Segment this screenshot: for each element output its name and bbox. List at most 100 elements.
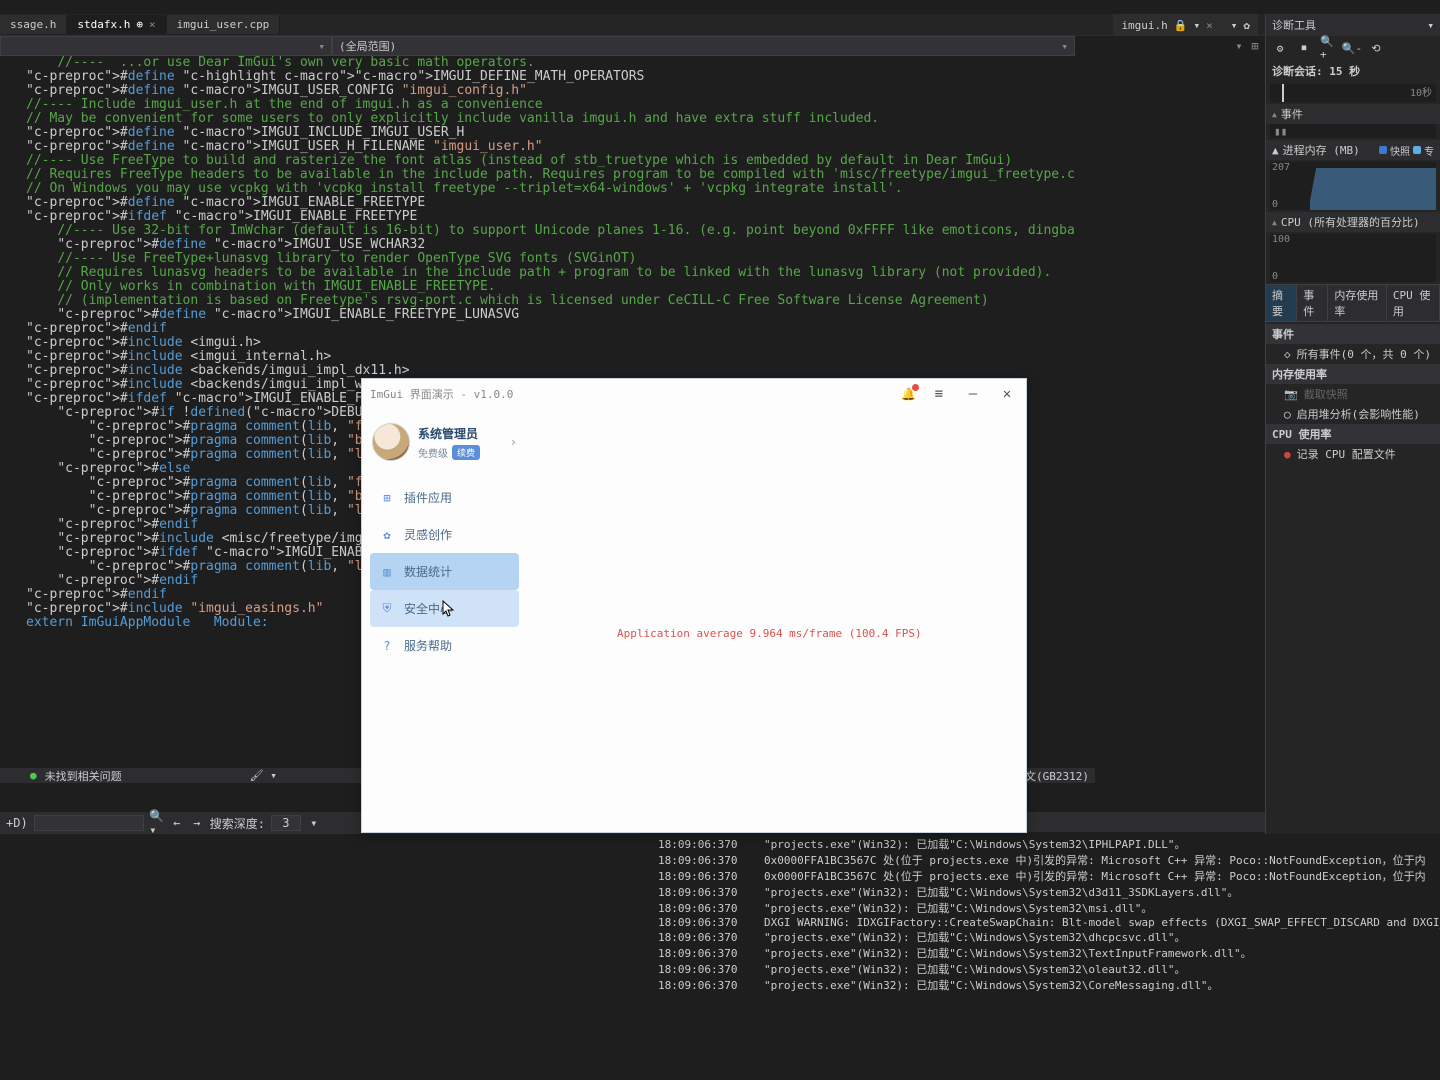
memory-chart[interactable]: 207 0 [1270,162,1436,210]
nav-icon: ⊞ [380,491,394,505]
editor-split-controls: ▾ ⊞ [1232,36,1262,56]
bell-icon[interactable]: 🔔 [901,387,916,401]
pin-icon[interactable]: ⊕ [136,18,143,31]
events-pause-row: ▮▮ [1270,124,1436,138]
status-message: 未找到相关问题 [45,768,122,784]
zoom-out-icon[interactable]: 🔍- [1344,40,1360,56]
tab-stdafx-h[interactable]: stdafx.h⊕× [67,15,166,34]
brush-icon[interactable]: 🖌 ▾ [250,769,277,782]
diagnostics-timeline[interactable]: 10秒 [1270,84,1436,102]
summary-mem-snapshot[interactable]: 📷截取快照 [1266,384,1440,404]
tab-memory[interactable]: 内存使用率 [1328,285,1386,321]
find-input[interactable] [34,815,144,831]
minimize-button[interactable]: — [962,386,984,402]
app-sidebar: 系统管理员 免费级 续费 › ⊞ 插件应用 ✿灵感创作 ▥ 数据统计 ⛨ 安全中心? 服务帮助 [362,409,527,832]
lock-icon: 🔒 [1174,19,1188,32]
imgui-demo-window[interactable]: ImGui 界面演示 - v1.0.0 🔔 ≡ — ✕ 系统管理员 免费级 续费… [361,378,1027,833]
app-title-bar[interactable]: ImGui 界面演示 - v1.0.0 🔔 ≡ — ✕ [362,379,1026,409]
app-title: ImGui 界面演示 - v1.0.0 [370,386,513,402]
summary-cpu-record[interactable]: ●记录 CPU 配置文件 [1266,444,1440,464]
close-icon[interactable]: × [1206,19,1213,32]
pin-icon[interactable]: ▾ [1194,19,1201,32]
sidebar-item-label: 安全中心 [404,600,452,617]
user-name: 系统管理员 [418,425,480,442]
sidebar-item-label: 服务帮助 [404,637,452,654]
fps-label: Application average 9.964 ms/frame (100.… [617,627,922,640]
close-button[interactable]: ✕ [996,386,1018,402]
gear-icon[interactable]: ⚙ [1272,40,1288,56]
close-icon[interactable]: × [149,18,156,31]
sidebar-item-label: 数据统计 [404,563,452,580]
cpu-chart[interactable]: 100 0 [1270,234,1436,282]
sidebar-item-0[interactable]: ⊞ 插件应用 [370,479,519,516]
encoding-label[interactable]: 文(GB2312) [1019,768,1095,784]
sidebar-item-4[interactable]: ? 服务帮助 [370,627,519,664]
collapse-icon: ▲ [1272,144,1279,157]
diagnostics-tabs: 摘要 事件 内存使用率 CPU 使用 [1266,284,1440,322]
summary-events-head: 事件 [1266,324,1440,344]
tab-events[interactable]: 事件 [1297,285,1328,321]
summary-events-row[interactable]: ◇所有事件(0 个，共 0 个) [1266,344,1440,364]
diagnostics-panel: 诊断工具 ▾ ⚙ ⏹ 🔍+ 🔍- ⟲ 诊断会话: 15 秒 10秒 ▲ 事件 ▮… [1265,14,1440,834]
diamond-icon: ◇ [1284,348,1291,361]
nav-icon: ▥ [380,565,394,579]
dropdown-icon[interactable]: ▾ [1232,39,1246,53]
summary-cpu-head: CPU 使用率 [1266,424,1440,444]
reset-icon[interactable]: ⟲ [1368,40,1384,56]
renew-badge[interactable]: 续费 [452,445,480,460]
snapshot-legend-icon [1379,146,1387,154]
diagnostics-title: 诊断工具 [1272,17,1316,33]
prev-icon[interactable]: ← [170,816,184,830]
memory-section-head[interactable]: ▲进程内存 (MB) 快照 专 [1266,140,1440,160]
scope-left[interactable]: ▾ [0,36,332,56]
tab-cpu[interactable]: CPU 使用 [1387,285,1440,321]
chevron-down-icon: ▾ [318,40,325,53]
zoom-in-icon[interactable]: 🔍+ [1320,40,1336,56]
split-icon[interactable]: ▾ [1231,19,1238,32]
tab-summary[interactable]: 摘要 [1266,285,1297,321]
tab-imgui-user-cpp[interactable]: imgui_user.cpp [167,15,281,34]
diagnostics-session: 诊断会话: 15 秒 [1266,60,1440,82]
find-suffix: +D) [6,816,28,830]
toggle-icon: ◯ [1284,408,1291,421]
cpu-section-head[interactable]: ▲ CPU (所有处理器的百分比) [1266,212,1440,232]
stop-icon[interactable]: ⏹ [1296,40,1312,56]
sidebar-item-2[interactable]: ▥ 数据统计 [370,553,519,590]
chevron-right-icon[interactable]: › [510,435,517,449]
events-section-head[interactable]: ▲ 事件 [1266,104,1440,124]
search-icon[interactable]: 🔍▾ [150,816,164,830]
depth-value[interactable]: 3 [271,815,301,831]
dropdown-icon[interactable]: ▾ [1427,19,1434,32]
diagnostics-toolbar: ⚙ ⏹ 🔍+ 🔍- ⟲ [1266,36,1440,60]
split-vertical-icon[interactable]: ⊞ [1248,39,1262,53]
ok-icon: ● [30,769,37,782]
private-legend-icon [1413,146,1421,154]
menu-icon[interactable]: ≡ [928,386,950,402]
tab-ssage-h[interactable]: ssage.h [0,15,67,34]
depth-label: 搜索深度: [210,815,265,832]
scope-right[interactable]: (全局范围)▾ [332,36,1075,56]
tab-imgui-h[interactable]: imgui.h🔒▾× ▾✿ [1113,14,1258,36]
next-icon[interactable]: → [190,816,204,830]
sidebar-item-1[interactable]: ✿灵感创作 [370,516,519,553]
nav-icon: ⛨ [380,601,394,616]
output-pane[interactable]: 18:09:06:370 "projects.exe"(Win32): 已加载"… [650,832,1440,1080]
pause-icon[interactable]: ▮▮ [1274,125,1287,138]
timeline-tick: 10秒 [1410,84,1432,99]
diagnostics-summary: 事件 ◇所有事件(0 个，共 0 个) 内存使用率 📷截取快照 ◯启用堆分析(会… [1266,322,1440,466]
nav-icon: ? [380,639,394,653]
sidebar-item-label: 灵感创作 [404,526,452,543]
collapse-icon: ▲ [1272,110,1277,119]
chevron-down-icon: ▾ [1061,40,1068,53]
summary-memory-head: 内存使用率 [1266,364,1440,384]
user-card[interactable]: 系统管理员 免费级 续费 › [370,419,519,465]
chevron-down-icon[interactable]: ▾ [307,816,321,830]
camera-icon: 📷 [1284,388,1298,401]
more-icon[interactable]: ✿ [1243,19,1250,32]
notification-badge [912,384,919,391]
diagnostics-title-bar: 诊断工具 ▾ [1266,14,1440,36]
sidebar-item-3[interactable]: ⛨ 安全中心 [370,590,519,627]
summary-mem-heap[interactable]: ◯启用堆分析(会影响性能) [1266,404,1440,424]
record-icon: ● [1284,448,1291,461]
sidebar-item-label: 插件应用 [404,489,452,506]
